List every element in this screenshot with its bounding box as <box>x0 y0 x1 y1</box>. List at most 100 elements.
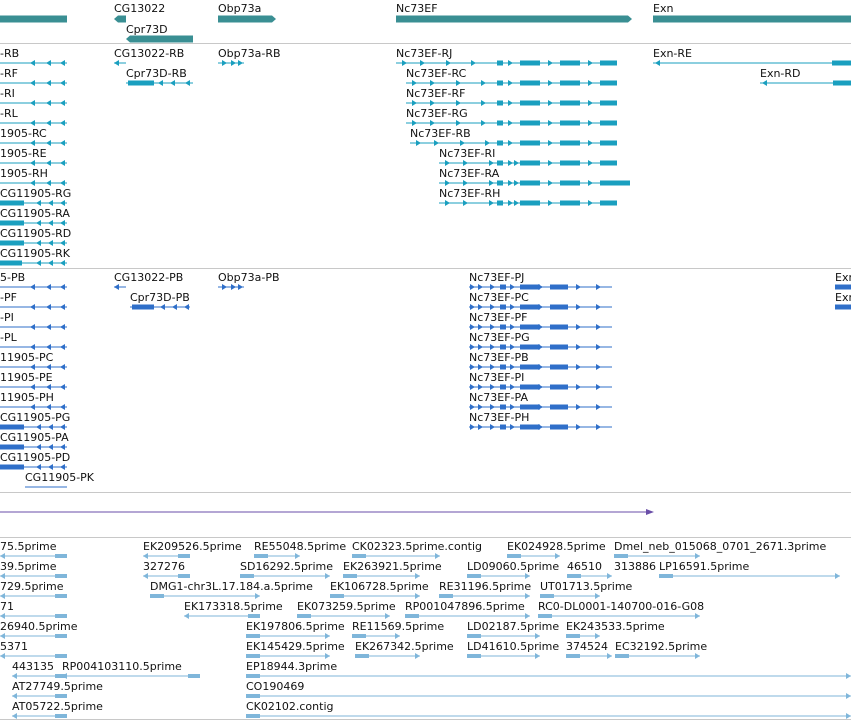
est-label[interactable]: 75.5prime <box>0 540 57 553</box>
est-label[interactable]: LP16591.5prime <box>659 560 749 573</box>
est-label[interactable]: 46510 <box>567 560 602 573</box>
transcript-label[interactable]: Nc73EF-RI <box>439 147 495 160</box>
est-label[interactable]: LD41610.5prime <box>467 640 559 653</box>
strand-arrow-icon <box>470 344 475 350</box>
transcript-label[interactable]: 1905-RH <box>0 167 48 180</box>
protein-label[interactable]: Cpr73D-PB <box>130 291 190 304</box>
est-label[interactable]: DMG1-chr3L.17.184.a.5prime <box>150 580 313 593</box>
transcript-label[interactable]: Nc73EF-RJ <box>396 47 452 60</box>
genome-browser-viewport[interactable]: CG13022 Cpr73D Obp73a Nc73EF Exn -RB -RF… <box>0 0 851 721</box>
protein-label[interactable]: Nc73EF-PA <box>469 391 528 404</box>
transcript-label[interactable]: Exn-RE <box>653 47 692 60</box>
est-label[interactable]: AT27749.5prime <box>12 680 103 693</box>
est-label[interactable]: CK02102.contig <box>246 700 333 713</box>
protein-label[interactable]: Nc73EF-PG <box>469 331 530 344</box>
protein-label[interactable]: -PL <box>0 331 17 344</box>
transcript-label[interactable]: Nc73EF-RC <box>406 67 466 80</box>
est-label[interactable]: EK173318.5prime <box>184 600 283 613</box>
est-label[interactable]: SD16292.5prime <box>240 560 333 573</box>
protein-label[interactable]: 5-PB <box>0 271 25 284</box>
strand-arrow-icon <box>30 100 35 106</box>
est-label[interactable]: EK263921.5prime <box>343 560 442 573</box>
protein-label[interactable]: Nc73EF-PI <box>469 371 524 384</box>
protein-label[interactable]: 11905-PH <box>0 391 54 404</box>
est-label[interactable]: EK209526.5prime <box>143 540 242 553</box>
transcript-label[interactable]: 1905-RE <box>0 147 47 160</box>
transcript-label[interactable]: 1905-RC <box>0 127 47 140</box>
est-label[interactable]: 443135 <box>12 660 54 673</box>
protein-label[interactable]: 11905-PC <box>0 351 53 364</box>
gene-label[interactable]: Nc73EF <box>396 2 438 15</box>
transcript-label[interactable]: CG11905-RK <box>0 247 70 260</box>
est-label[interactable]: EP18944.3prime <box>246 660 337 673</box>
protein-label[interactable]: Obp73a-PB <box>218 271 280 284</box>
est-label[interactable]: EK073259.5prime <box>297 600 396 613</box>
est-label[interactable]: UT01713.5prime <box>540 580 632 593</box>
est-label[interactable]: Dmel_neb_015068_0701_2671.3prime <box>614 540 826 553</box>
est-label[interactable]: RP004103110.5prime <box>62 660 182 673</box>
est-label[interactable]: EK197806.5prime <box>246 620 345 633</box>
protein-label[interactable]: Exn <box>835 291 851 304</box>
transcript-label[interactable]: CG11905-RG <box>0 187 71 200</box>
gene-label[interactable]: Exn <box>653 2 673 15</box>
protein-label[interactable]: Nc73EF-PB <box>469 351 529 364</box>
est-label[interactable]: RE55048.5prime <box>254 540 346 553</box>
transcript-label[interactable]: Nc73EF-RA <box>439 167 499 180</box>
est-label[interactable]: CO190469 <box>246 680 304 693</box>
transcript-label[interactable]: CG11905-RD <box>0 227 71 240</box>
transcript-label[interactable]: -RL <box>0 107 18 120</box>
transcript-label[interactable]: CG13022-RB <box>114 47 184 60</box>
transcript-label[interactable]: Nc73EF-RB <box>410 127 471 140</box>
protein-label[interactable]: Exn <box>835 271 851 284</box>
gene-label[interactable]: Cpr73D <box>126 23 168 36</box>
est-label[interactable]: 71 <box>0 600 14 613</box>
est-label[interactable]: 26940.5prime <box>0 620 78 633</box>
est-label[interactable]: EK243533.5prime <box>566 620 665 633</box>
est-label[interactable]: RP001047896.5prime <box>405 600 525 613</box>
transcript-label[interactable]: CG11905-RA <box>0 207 70 220</box>
est-label[interactable]: EK024928.5prime <box>507 540 606 553</box>
transcript-label[interactable]: Nc73EF-RH <box>439 187 500 200</box>
est-label[interactable]: RC0-DL0001-140700-016-G08 <box>538 600 704 613</box>
est-label[interactable]: RE11569.5prime <box>352 620 444 633</box>
protein-label[interactable]: CG11905-PK <box>25 471 94 484</box>
protein-label[interactable]: CG11905-PA <box>0 431 69 444</box>
transcript-label[interactable]: -RI <box>0 87 15 100</box>
est-label[interactable]: LD02187.5prime <box>467 620 559 633</box>
est-label[interactable]: 374524 <box>566 640 608 653</box>
transcript-label[interactable]: Cpr73D-RB <box>126 67 187 80</box>
protein-label[interactable]: CG11905-PD <box>0 451 70 464</box>
est-label[interactable]: LD09060.5prime <box>467 560 559 573</box>
est-label[interactable]: RE31196.5prime <box>439 580 531 593</box>
strand-arrow-icon <box>231 60 236 66</box>
est-label[interactable]: EK145429.5prime <box>246 640 345 653</box>
protein-label[interactable]: -PF <box>0 291 17 304</box>
transcript-label[interactable]: -RF <box>0 67 18 80</box>
protein-label[interactable]: 11905-PE <box>0 371 53 384</box>
est-label[interactable]: 313886 <box>614 560 656 573</box>
protein-label[interactable]: -PI <box>0 311 14 324</box>
est-label[interactable]: 327276 <box>143 560 185 573</box>
gene-label[interactable]: Obp73a <box>218 2 261 15</box>
est-label[interactable]: CK02323.5prime.contig <box>352 540 482 553</box>
protein-label[interactable]: CG11905-PG <box>0 411 70 424</box>
est-label[interactable]: EK106728.5prime <box>330 580 429 593</box>
gene-label[interactable]: CG13022 <box>114 2 165 15</box>
est-label[interactable]: 39.5prime <box>0 560 57 573</box>
protein-label[interactable]: Nc73EF-PF <box>469 311 527 324</box>
transcript-label[interactable]: Nc73EF-RG <box>406 107 468 120</box>
transcript-label[interactable]: -RB <box>0 47 19 60</box>
est-label[interactable]: 729.5prime <box>0 580 64 593</box>
transcript-label[interactable]: Nc73EF-RF <box>406 87 466 100</box>
strand-arrow-icon <box>30 80 35 86</box>
est-label[interactable]: EK267342.5prime <box>355 640 454 653</box>
protein-label[interactable]: Nc73EF-PC <box>469 291 529 304</box>
protein-label[interactable]: CG13022-PB <box>114 271 183 284</box>
protein-label[interactable]: Nc73EF-PJ <box>469 271 524 284</box>
transcript-label[interactable]: Exn-RD <box>760 67 801 80</box>
est-label[interactable]: 5371 <box>0 640 28 653</box>
est-label[interactable]: AT05722.5prime <box>12 700 103 713</box>
est-label[interactable]: EC32192.5prime <box>615 640 707 653</box>
protein-label[interactable]: Nc73EF-PH <box>469 411 529 424</box>
transcript-label[interactable]: Obp73a-RB <box>218 47 281 60</box>
